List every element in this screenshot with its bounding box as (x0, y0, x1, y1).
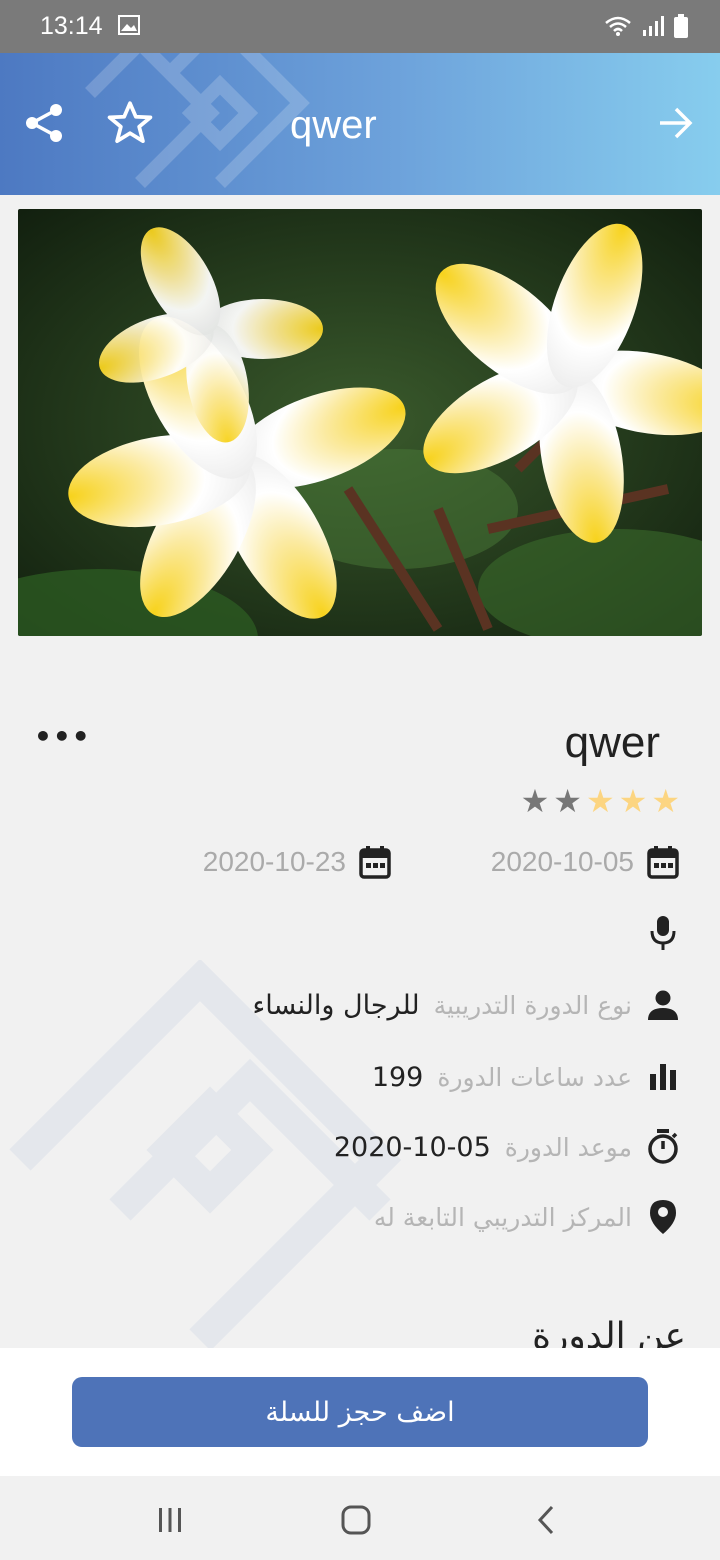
bar-chart-icon (646, 1060, 680, 1094)
star-filled-icon: ★ (618, 782, 648, 820)
image-notification-icon (118, 15, 140, 39)
start-date-text: 2020-10-05 (490, 846, 634, 877)
home-icon (341, 1505, 371, 1535)
app-bar: qwer (0, 53, 720, 195)
share-button[interactable] (18, 97, 70, 149)
end-date: 2020-10-23 (203, 845, 392, 879)
stopwatch-icon (646, 1129, 680, 1164)
add-to-cart-button[interactable]: اضف حجز للسلة (72, 1377, 648, 1447)
share-icon (26, 104, 62, 142)
calendar-icon (646, 845, 680, 879)
training-center-label: المركز التدريبي التابعة له (373, 1202, 632, 1232)
chevron-left-icon (537, 1505, 554, 1535)
course-time-row: 2020-10-05 موعد الدورة (333, 1129, 680, 1164)
course-title: qwer (564, 718, 660, 767)
favorite-button[interactable] (104, 97, 156, 149)
audio-row (646, 916, 680, 950)
more-options-button[interactable]: ••• (34, 720, 91, 753)
course-type-label: نوع الدورة التدريبية (433, 990, 632, 1020)
course-hours-row: 199 عدد ساعات الدورة (372, 1060, 680, 1094)
location-pin-icon (646, 1200, 680, 1234)
start-date: 2020-10-05 (491, 845, 680, 879)
recent-apps-icon (159, 1508, 181, 1532)
person-icon (646, 988, 680, 1022)
course-hours-label: عدد ساعات الدورة (437, 1062, 632, 1092)
course-type-row: للرجال والنساء نوع الدورة التدريبية (253, 988, 680, 1022)
course-type-value: للرجال والنساء (252, 989, 420, 1021)
system-nav-bar (0, 1476, 720, 1560)
bottom-action-panel: اضف حجز للسلة (0, 1348, 720, 1476)
signal-icon (642, 15, 664, 41)
system-back-button[interactable] (526, 1500, 566, 1540)
course-image (18, 209, 702, 636)
star-filled-icon: ★ (651, 782, 680, 820)
course-time-value: 2020-10-05 (333, 1131, 491, 1163)
app-bar-title: qwer (290, 103, 377, 147)
end-date-text: 2020-10-23 (202, 846, 346, 877)
calendar-icon (358, 845, 392, 879)
recent-apps-button[interactable] (150, 1500, 190, 1540)
training-center-row: المركز التدريبي التابعة له (374, 1200, 680, 1234)
status-icons (604, 14, 688, 42)
battery-icon (674, 14, 688, 42)
star-outline-icon (107, 101, 153, 143)
rating-stars: ★ ★ ★ ★ ★ (521, 784, 680, 818)
microphone-icon (646, 916, 680, 950)
course-hours-value: 199 (371, 1061, 424, 1093)
arrow-right-icon (660, 107, 693, 139)
course-time-label: موعد الدورة (504, 1132, 632, 1162)
star-empty-icon: ★ (553, 782, 582, 820)
star-filled-icon: ★ (585, 782, 615, 820)
status-time: 13:14 (40, 12, 103, 40)
wifi-icon (604, 15, 632, 41)
status-bar: 13:14 (0, 0, 720, 53)
back-button[interactable] (650, 97, 702, 149)
star-empty-icon: ★ (520, 782, 550, 820)
home-button[interactable] (336, 1500, 376, 1540)
